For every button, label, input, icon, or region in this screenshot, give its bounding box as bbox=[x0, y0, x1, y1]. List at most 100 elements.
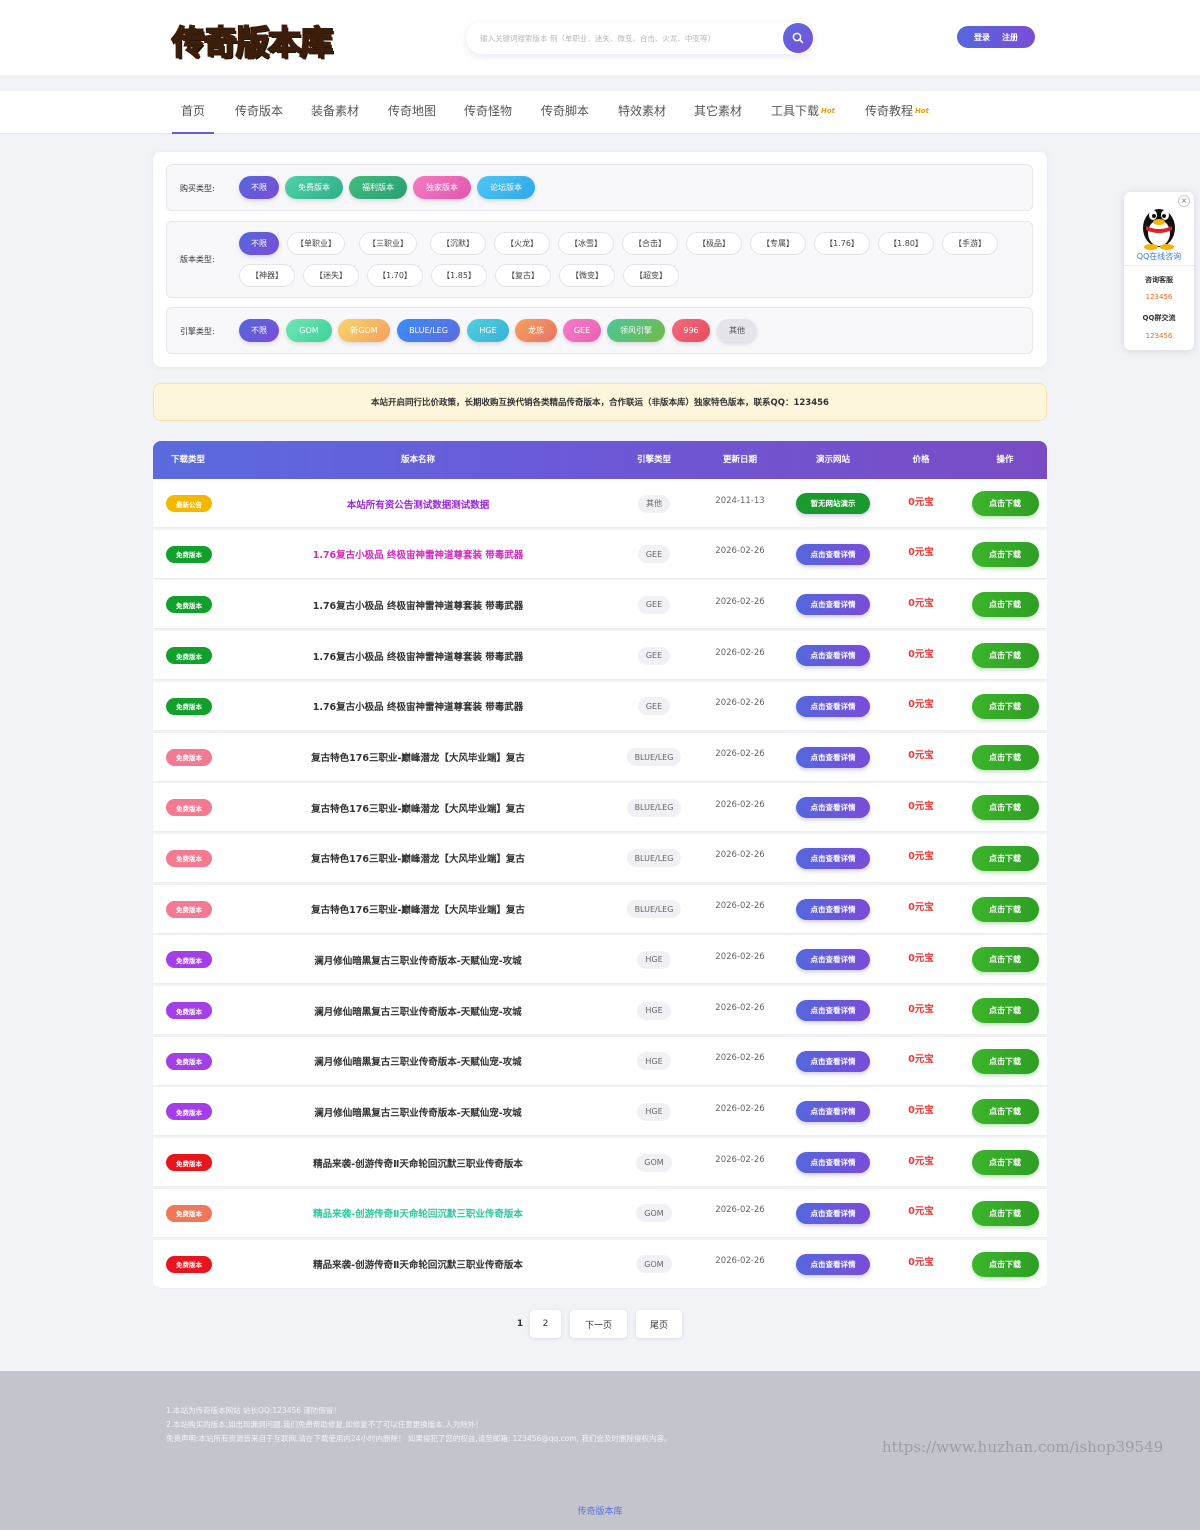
demo-button[interactable]: 点击查看详情 bbox=[796, 847, 870, 869]
version-name-link[interactable]: 澜月修仙暗黑复古三职业传奇版本-天赋仙宠-攻城 bbox=[314, 1004, 521, 1018]
version-name-link[interactable]: 1.76复古小极品 终极宙神雷神道尊套装 带毒武器 bbox=[313, 699, 524, 713]
download-button[interactable]: 点击下载 bbox=[971, 592, 1039, 618]
filter-chip[interactable]: 论坛版本 bbox=[477, 176, 535, 199]
qq-penguin-icon[interactable] bbox=[1138, 200, 1180, 250]
download-button[interactable]: 点击下载 bbox=[971, 845, 1039, 871]
version-name-link[interactable]: 澜月修仙暗黑复古三职业传奇版本-天赋仙宠-攻城 bbox=[314, 1105, 521, 1119]
version-name-link[interactable]: 复古特色176三职业-巅峰潜龙【大风毕业端】复古 bbox=[311, 750, 525, 764]
demo-button[interactable]: 点击查看详情 bbox=[796, 1152, 870, 1174]
download-button[interactable]: 点击下载 bbox=[971, 744, 1039, 770]
filter-chip[interactable]: 【冰雪】 bbox=[558, 232, 614, 255]
nav-item-monsters[interactable]: 传奇怪物 bbox=[464, 91, 512, 134]
login-link[interactable]: 登录 bbox=[974, 32, 990, 43]
filter-chip[interactable]: 其他 bbox=[717, 319, 757, 342]
download-button[interactable]: 点击下载 bbox=[971, 947, 1039, 973]
version-name-link[interactable]: 澜月修仙暗黑复古三职业传奇版本-天赋仙宠-攻城 bbox=[314, 953, 521, 967]
download-button[interactable]: 点击下载 bbox=[971, 998, 1039, 1023]
filter-chip[interactable]: 不限 bbox=[239, 232, 279, 255]
download-button[interactable]: 点击下载 bbox=[971, 1200, 1039, 1226]
filter-chip[interactable]: 【1.70】 bbox=[367, 264, 423, 287]
qq-title[interactable]: QQ在线咨询 bbox=[1124, 251, 1194, 262]
version-name-link[interactable]: 精品来袭-创游传奇Ⅱ天命轮回沉默三职业传奇版本 bbox=[313, 1206, 523, 1220]
filter-chip[interactable]: 【火龙】 bbox=[494, 232, 550, 255]
filter-chip[interactable]: GEE bbox=[563, 319, 601, 342]
download-button[interactable]: 点击下载 bbox=[971, 643, 1039, 669]
download-button[interactable]: 点击下载 bbox=[971, 795, 1039, 821]
download-button[interactable]: 点击下载 bbox=[971, 693, 1039, 719]
filter-chip[interactable]: 【1.80】 bbox=[878, 232, 934, 255]
demo-button[interactable]: 点击查看详情 bbox=[796, 645, 870, 667]
filter-chip[interactable]: 【迷失】 bbox=[303, 264, 359, 287]
filter-chip[interactable]: 【神器】 bbox=[239, 264, 295, 287]
register-link[interactable]: 注册 bbox=[1002, 32, 1018, 43]
download-button[interactable]: 点击下载 bbox=[971, 896, 1039, 922]
qq-service-number[interactable]: 123456 bbox=[1124, 293, 1194, 301]
nav-item-tutorials[interactable]: 传奇教程 Hot bbox=[865, 91, 929, 134]
version-name-link[interactable]: 1.76复古小极品 终极宙神雷神道尊套装 带毒武器 bbox=[313, 649, 524, 663]
download-button[interactable]: 点击下载 bbox=[971, 541, 1039, 567]
filter-chip[interactable]: 免费版本 bbox=[285, 176, 343, 199]
version-name-link[interactable]: 复古特色176三职业-巅峰潜龙【大风毕业端】复古 bbox=[311, 801, 525, 815]
page-current[interactable]: 1 bbox=[510, 1310, 530, 1338]
demo-button[interactable]: 点击查看详情 bbox=[796, 1050, 870, 1072]
last-page-button[interactable]: 尾页 bbox=[636, 1310, 682, 1338]
filter-chip[interactable]: 【复古】 bbox=[495, 264, 551, 287]
demo-button[interactable]: 点击查看详情 bbox=[796, 797, 870, 819]
download-button[interactable]: 点击下载 bbox=[971, 1048, 1039, 1074]
demo-button[interactable]: 点击查看详情 bbox=[796, 1253, 870, 1275]
version-name-link[interactable]: 精品来袭-创游传奇Ⅱ天命轮回沉默三职业传奇版本 bbox=[313, 1257, 523, 1271]
filter-chip[interactable]: 【手游】 bbox=[942, 232, 998, 255]
filter-chip[interactable]: 不限 bbox=[239, 176, 279, 199]
demo-button[interactable]: 点击查看详情 bbox=[796, 949, 870, 971]
download-button[interactable]: 点击下载 bbox=[971, 1150, 1039, 1176]
filter-chip[interactable]: 996 bbox=[672, 319, 710, 342]
filter-chip[interactable]: 【单职业】 bbox=[287, 232, 345, 255]
version-name-link[interactable]: 精品来袭-创游传奇Ⅱ天命轮回沉默三职业传奇版本 bbox=[313, 1156, 523, 1170]
download-button[interactable]: 点击下载 bbox=[971, 491, 1039, 516]
filter-chip[interactable]: 【合击】 bbox=[622, 232, 678, 255]
filter-chip[interactable]: 独家版本 bbox=[413, 176, 471, 199]
filter-chip[interactable]: 【极品】 bbox=[686, 232, 742, 255]
nav-item-tools[interactable]: 工具下载 Hot bbox=[771, 91, 835, 134]
filter-chip[interactable]: 【沉默】 bbox=[430, 232, 486, 255]
nav-item-other[interactable]: 其它素材 bbox=[694, 91, 742, 134]
footer-site-link[interactable]: 传奇版本库 bbox=[0, 1504, 1200, 1517]
demo-button[interactable]: 点击查看详情 bbox=[796, 1101, 870, 1123]
version-name-link[interactable]: 1.76复古小极品 终极宙神雷神道尊套装 带毒武器 bbox=[313, 598, 524, 612]
demo-button[interactable]: 点击查看详情 bbox=[796, 1000, 870, 1021]
filter-chip[interactable]: 【微变】 bbox=[559, 264, 615, 287]
search-input[interactable] bbox=[480, 22, 780, 54]
demo-button[interactable]: 点击查看详情 bbox=[796, 695, 870, 717]
demo-button[interactable]: 点击查看详情 bbox=[796, 746, 870, 768]
demo-button[interactable]: 点击查看详情 bbox=[796, 543, 870, 565]
version-name-link[interactable]: 澜月修仙暗黑复古三职业传奇版本-天赋仙宠-攻城 bbox=[314, 1054, 521, 1068]
filter-chip[interactable]: GOM bbox=[286, 319, 332, 342]
filter-chip[interactable]: 【专属】 bbox=[750, 232, 806, 255]
version-name-link[interactable]: 本站所有资公告测试数据测试数据 bbox=[347, 497, 490, 511]
qq-group-number[interactable]: 123456 bbox=[1124, 332, 1194, 340]
nav-item-effects[interactable]: 特效素材 bbox=[618, 91, 666, 134]
filter-chip[interactable]: 【1.76】 bbox=[814, 232, 870, 255]
filter-chip[interactable]: 不限 bbox=[239, 319, 279, 342]
demo-button[interactable]: 点击查看详情 bbox=[796, 594, 870, 616]
filter-chip[interactable]: 新GOM bbox=[338, 319, 390, 342]
demo-button[interactable]: 点击查看详情 bbox=[796, 1202, 870, 1224]
demo-button[interactable]: 点击查看详情 bbox=[796, 898, 870, 920]
nav-item-equipment[interactable]: 装备素材 bbox=[311, 91, 359, 134]
filter-chip[interactable]: 龙族 bbox=[515, 319, 557, 342]
page-2-button[interactable]: 2 bbox=[530, 1310, 561, 1338]
filter-chip[interactable]: 福利版本 bbox=[349, 176, 407, 199]
download-button[interactable]: 点击下载 bbox=[971, 1099, 1039, 1125]
nav-item-maps[interactable]: 传奇地图 bbox=[388, 91, 436, 134]
version-name-link[interactable]: 复古特色176三职业-巅峰潜龙【大风毕业端】复古 bbox=[311, 902, 525, 916]
next-page-button[interactable]: 下一页 bbox=[570, 1310, 627, 1338]
nav-item-versions[interactable]: 传奇版本 bbox=[235, 91, 283, 134]
demo-button[interactable]: 暂无网站演示 bbox=[796, 493, 870, 514]
filter-chip[interactable]: 领风引擎 bbox=[607, 319, 665, 342]
version-name-link[interactable]: 1.76复古小极品 终极宙神雷神道尊套装 带毒武器 bbox=[313, 547, 524, 561]
site-logo[interactable]: 传奇版本库 bbox=[171, 14, 334, 63]
filter-chip[interactable]: BLUE/LEG bbox=[397, 319, 460, 342]
version-name-link[interactable]: 复古特色176三职业-巅峰潜龙【大风毕业端】复古 bbox=[311, 851, 525, 865]
search-button[interactable] bbox=[783, 23, 813, 53]
filter-chip[interactable]: 【超变】 bbox=[623, 264, 679, 287]
